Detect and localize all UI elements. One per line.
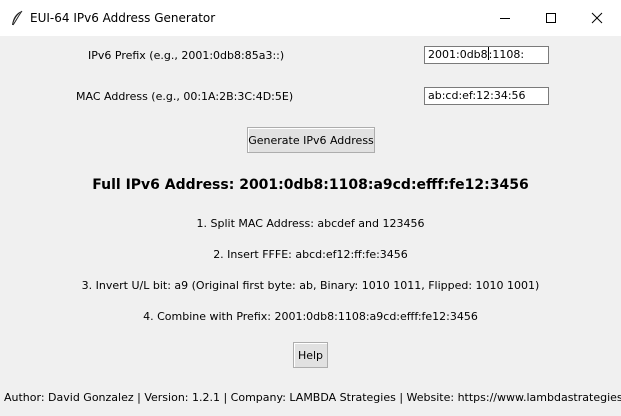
mac-label: MAC Address (e.g., 00:1A:2B:3C:4D:5E) [76, 90, 294, 103]
minimize-icon [500, 18, 510, 19]
main-panel: IPv6 Prefix (e.g., 2001:0db8:85a3::) 200… [0, 36, 621, 416]
generate-button[interactable]: Generate IPv6 Address [247, 127, 375, 153]
prefix-label: IPv6 Prefix (e.g., 2001:0db8:85a3::) [88, 49, 285, 62]
mac-value: ab:cd:ef:12:34:56 [428, 89, 526, 102]
close-button[interactable] [574, 0, 620, 36]
prefix-input[interactable]: 2001:0db8:1108: [424, 46, 549, 64]
app-window: EUI-64 IPv6 Address Generator IPv6 Prefi… [0, 0, 621, 416]
step-combine-prefix: 4. Combine with Prefix: 2001:0db8:1108:a… [143, 310, 478, 323]
step-split-mac: 1. Split MAC Address: abcdef and 123456 [196, 217, 425, 230]
step-invert-ul-bit: 3. Invert U/L bit: a9 (Original first by… [81, 279, 540, 292]
feather-icon [10, 10, 24, 26]
minimize-button[interactable] [482, 0, 528, 36]
window-title: EUI-64 IPv6 Address Generator [30, 11, 216, 25]
mac-input[interactable]: ab:cd:ef:12:34:56 [424, 87, 549, 105]
maximize-button[interactable] [528, 0, 574, 36]
prefix-value-start: 2001:0db8 [428, 48, 488, 61]
full-address-result: Full IPv6 Address: 2001:0db8:1108:a9cd:e… [92, 177, 529, 193]
title-bar[interactable]: EUI-64 IPv6 Address Generator [0, 0, 621, 36]
prefix-value-end: :1108: [488, 48, 525, 61]
step-insert-fffe: 2. Insert FFFE: abcd:ef12:ff:fe:3456 [213, 248, 408, 261]
maximize-icon [546, 13, 556, 23]
close-icon [591, 12, 603, 24]
help-button[interactable]: Help [293, 342, 328, 368]
footer-info: Author: David Gonzalez | Version: 1.2.1 … [4, 391, 621, 404]
